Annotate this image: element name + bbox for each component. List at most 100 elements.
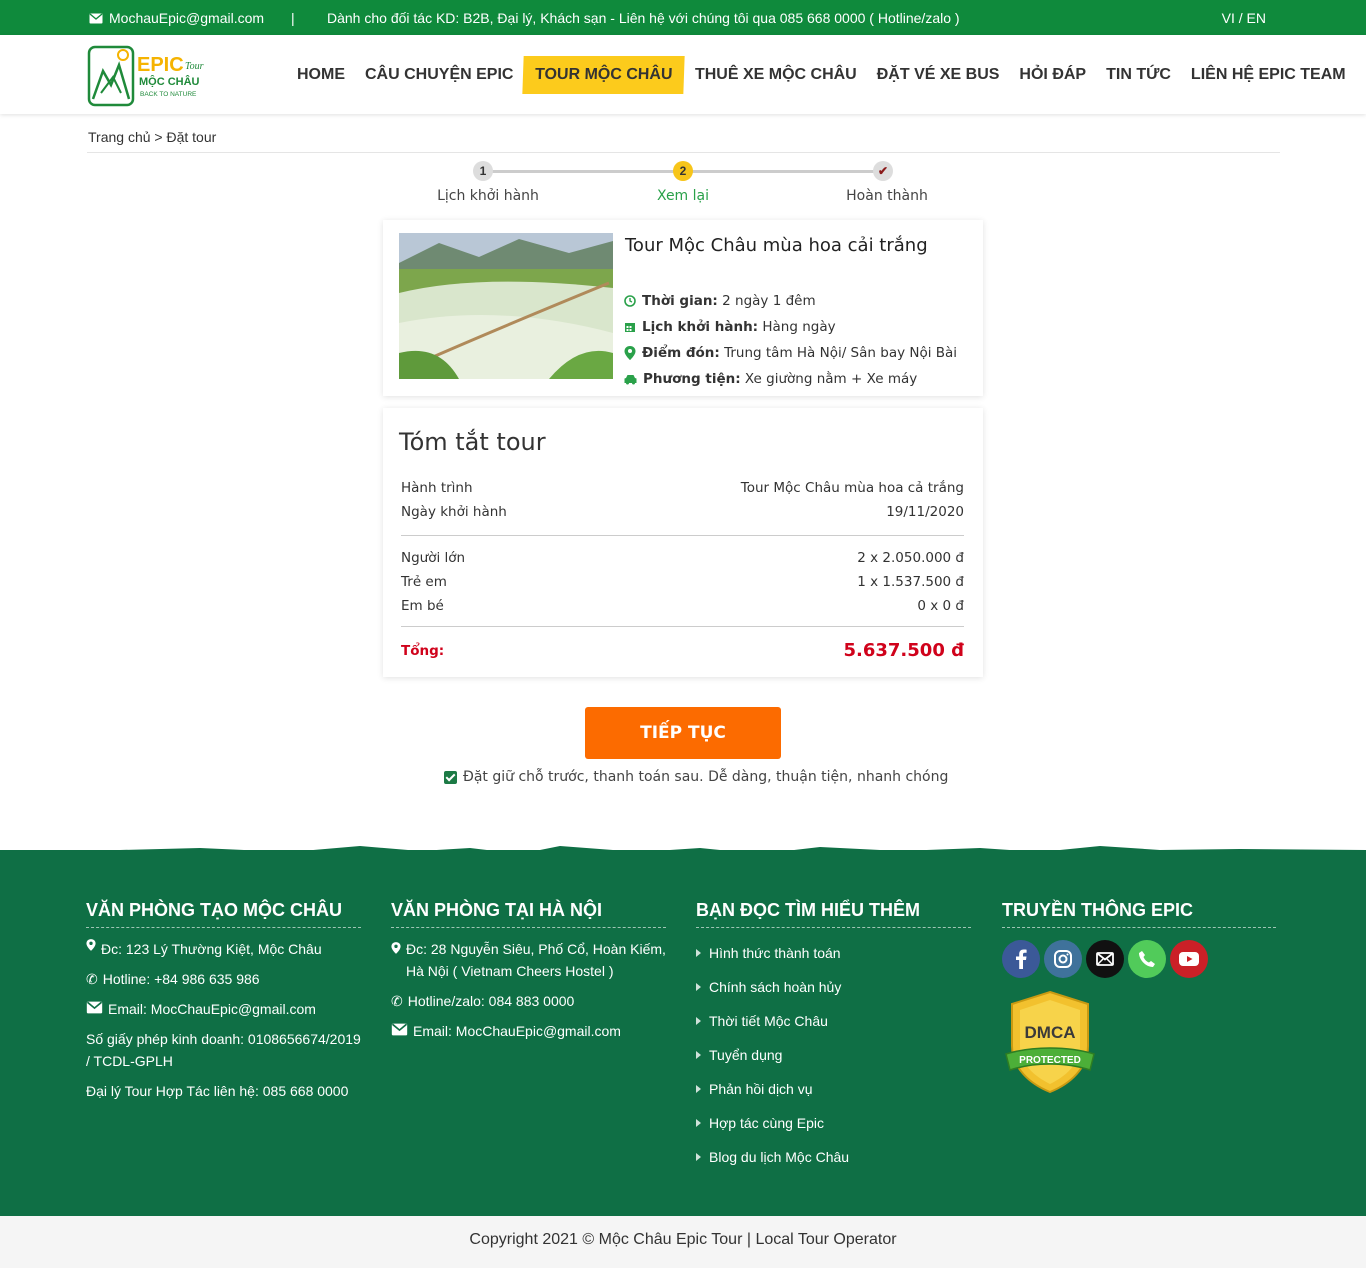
summary-child-row: Trẻ em 1 x 1.537.500 đ (401, 574, 964, 590)
footer-col3-title: BẠN ĐỌC TÌM HIỂU THÊM (696, 900, 971, 928)
logo-sub: Tour (185, 61, 204, 72)
caret-right-icon (696, 1153, 701, 1161)
tour-image (399, 233, 613, 379)
summary-divider-2 (401, 626, 964, 627)
footer-col1-agent: Đại lý Tour Hợp Tác liên hệ: 085 668 000… (86, 1083, 349, 1099)
step-3-label: Hoàn thành (846, 188, 928, 204)
summary-title: Tóm tắt tour (399, 428, 546, 456)
social-links (1002, 940, 1276, 978)
youtube-icon[interactable] (1170, 940, 1208, 978)
booking-note: Đặt giữ chỗ trước, thanh toán sau. Dễ dà… (444, 769, 948, 785)
footer-col1-hotline[interactable]: ✆ Hotline: +84 986 635 986 (86, 968, 361, 990)
check-icon (444, 770, 457, 784)
copyright: Copyright 2021 © Mộc Châu Epic Tour | Lo… (0, 1216, 1366, 1268)
nav-car-rental[interactable]: THUÊ XE MỘC CHÂU (685, 66, 867, 84)
caret-right-icon (696, 983, 701, 991)
summary-route-row: Hành trình Tour Mộc Châu mùa hoa cả trắng (401, 480, 964, 496)
dmca-text: DMCA (1025, 1023, 1076, 1042)
breadcrumb-divider (87, 152, 1280, 153)
continue-button[interactable]: TIẾP TỤC (585, 707, 781, 759)
caret-right-icon (696, 1085, 701, 1093)
step-2-dot: 2 (673, 161, 693, 181)
tour-duration: Thời gian: 2 ngày 1 đêm (624, 288, 957, 314)
facebook-icon[interactable] (1002, 940, 1040, 978)
dmca-badge[interactable]: DMCA PROTECTED (1002, 990, 1098, 1094)
topbar-email[interactable]: MochauEpic@gmail.com (89, 10, 264, 26)
calendar-icon (625, 323, 635, 332)
map-pin-icon (624, 346, 636, 360)
nav-contact[interactable]: LIÊN HỆ EPIC TEAM (1181, 66, 1356, 84)
footer-col2-address: Đc: 28 Nguyễn Siêu, Phố Cổ, Hoàn Kiếm, H… (391, 938, 666, 982)
language-switcher[interactable]: VI / EN (1222, 10, 1266, 26)
caret-right-icon (696, 1017, 701, 1025)
footer-col2-email[interactable]: Email: MocChauEpic@gmail.com (391, 1020, 666, 1042)
map-pin-icon (391, 942, 401, 954)
footer-link-careers[interactable]: Tuyển dụng (696, 1038, 971, 1072)
logo[interactable]: EPIC Tour MỘC CHÂU BACK TO NATURE (87, 43, 212, 107)
tour-title[interactable]: Tour Mộc Châu mùa hoa cải trắng (625, 235, 928, 256)
footer-link-partner[interactable]: Hợp tác cùng Epic (696, 1106, 971, 1140)
caret-right-icon (696, 1119, 701, 1127)
tour-info: Thời gian: 2 ngày 1 đêm Lịch khởi hành: … (624, 288, 957, 392)
nav-faq[interactable]: HỎI ĐÁP (1009, 66, 1096, 84)
nav-home[interactable]: HOME (287, 66, 355, 84)
total-value: 5.637.500 đ (843, 640, 965, 661)
tour-transport: Phương tiện: Xe giường nằm + Xe máy (624, 366, 957, 392)
summary-baby-row: Em bé 0 x 0 đ (401, 598, 964, 614)
envelope-icon (86, 1001, 103, 1014)
step-line-2 (683, 170, 883, 173)
logo-tagline: BACK TO NATURE (140, 91, 197, 98)
nav-bus-tickets[interactable]: ĐẶT VÉ XE BUS (867, 66, 1010, 84)
nav-news[interactable]: TIN TỨC (1096, 66, 1181, 84)
footer-col-moc-chau: VĂN PHÒNG TẠO MỘC CHÂU Đc: 123 Lý Thường… (86, 900, 361, 1102)
footer-link-payment[interactable]: Hình thức thành toán (696, 936, 971, 970)
car-icon (624, 374, 637, 384)
footer-col-social: TRUYỀN THÔNG EPIC DMCA PROTECTED (1002, 900, 1276, 1099)
tour-pickup: Điểm đón: Trung tâm Hà Nội/ Sân bay Nội … (624, 340, 957, 366)
instagram-icon[interactable] (1044, 940, 1082, 978)
logo-name: MỘC CHÂU (139, 75, 200, 88)
footer-link-weather[interactable]: Thời tiết Mộc Châu (696, 1004, 971, 1038)
footer-col1-title: VĂN PHÒNG TẠO MỘC CHÂU (86, 900, 361, 928)
tour-summary: Tóm tắt tour Hành trình Tour Mộc Châu mùa… (383, 408, 983, 677)
footer-link-blog[interactable]: Blog du lịch Mộc Châu (696, 1140, 971, 1174)
summary-divider-1 (401, 535, 964, 536)
top-bar: MochauEpic@gmail.com | Dành cho đối tác … (0, 0, 1366, 35)
header: EPIC Tour MỘC CHÂU BACK TO NATURE HOME C… (0, 35, 1366, 114)
footer-link-cancellation[interactable]: Chính sách hoàn hủy (696, 970, 971, 1004)
step-2-label: Xem lại (656, 188, 710, 204)
step-1-dot: 1 (473, 161, 493, 181)
phone-icon: ✆ (86, 971, 98, 987)
footer-link-feedback[interactable]: Phản hồi dịch vụ (696, 1072, 971, 1106)
clock-icon (624, 295, 636, 307)
footer-col2-title: VĂN PHÒNG TẠI HÀ NỘI (391, 900, 666, 928)
summary-total-row: Tổng: 5.637.500 đ (401, 640, 964, 661)
footer-col1-email[interactable]: Email: MocChauEpic@gmail.com (86, 998, 361, 1020)
footer-col1-license: Số giấy phép kinh doanh: 0108656674/2019… (86, 1031, 361, 1069)
footer-col-ha-noi: VĂN PHÒNG TẠI HÀ NỘI Đc: 28 Nguyễn Siêu,… (391, 900, 666, 1042)
booking-steps: 1 2 ✔ Lịch khởi hành Xem lại Hoàn thành (430, 160, 940, 210)
footer-col4-title: TRUYỀN THÔNG EPIC (1002, 900, 1276, 928)
tour-card: Tour Mộc Châu mùa hoa cải trắng Thời gia… (383, 220, 983, 396)
topbar-email-text: MochauEpic@gmail.com (109, 10, 265, 26)
caret-right-icon (696, 949, 701, 957)
footer-col1-address: Đc: 123 Lý Thường Kiệt, Mộc Châu (86, 938, 361, 960)
breadcrumb[interactable]: Trang chủ > Đặt tour (88, 129, 216, 145)
step-line-1 (483, 170, 683, 173)
envelope-icon (391, 1023, 408, 1036)
tour-schedule: Lịch khởi hành: Hàng ngày (624, 314, 957, 340)
footer-col2-hotline[interactable]: ✆ Hotline/zalo: 084 883 0000 (391, 990, 666, 1012)
nav-story[interactable]: CÂU CHUYỆN EPIC (355, 66, 523, 84)
step-1-label: Lịch khởi hành (437, 188, 539, 204)
total-label: Tổng: (401, 642, 445, 659)
main-nav: HOME CÂU CHUYỆN EPIC TOUR MỘC CHÂU THUÊ … (287, 35, 1356, 114)
topbar-notice: Dành cho đối tác KD: B2B, Đại lý, Khách … (327, 10, 960, 26)
phone-icon[interactable] (1128, 940, 1166, 978)
caret-right-icon (696, 1051, 701, 1059)
email-icon[interactable] (1086, 940, 1124, 978)
nav-tour-moc-chau[interactable]: TOUR MỘC CHÂU (522, 55, 686, 94)
phone-icon: ✆ (391, 993, 403, 1009)
logo-brand: EPIC (137, 54, 184, 76)
summary-date-row: Ngày khởi hành 19/11/2020 (401, 504, 964, 520)
envelope-icon (89, 12, 103, 23)
